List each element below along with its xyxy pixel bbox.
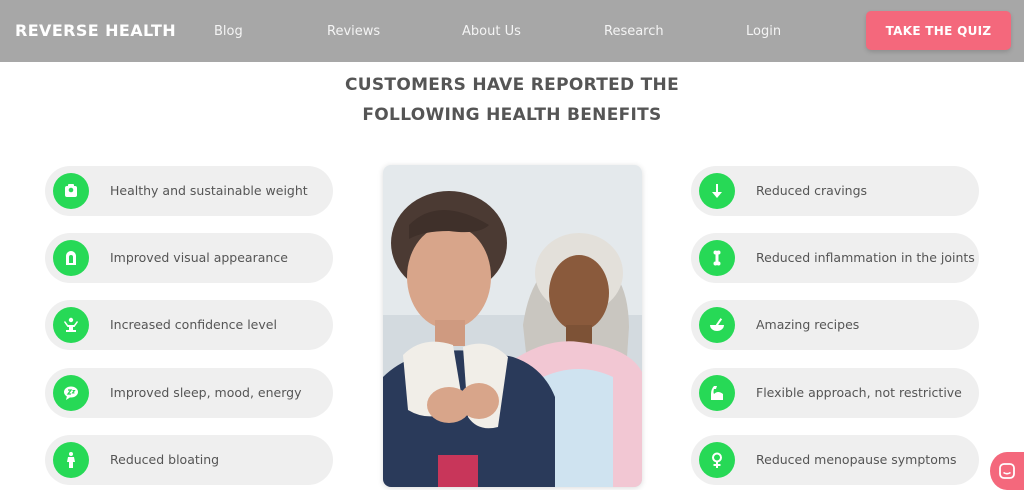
- benefit-label: Reduced cravings: [756, 183, 868, 198]
- benefit-label: Increased confidence level: [110, 317, 277, 332]
- chat-icon: [999, 463, 1015, 479]
- nav-link-login[interactable]: Login: [746, 24, 781, 39]
- female-symbol-icon: [699, 442, 735, 478]
- benefit-item: Increased confidence level: [45, 300, 333, 350]
- benefit-item: Reduced menopause symptoms: [691, 435, 979, 485]
- benefit-item: Improved visual appearance: [45, 233, 333, 283]
- bone-icon: [699, 240, 735, 276]
- brand-logo[interactable]: REVERSE HEALTH: [15, 21, 176, 40]
- benefit-label: Flexible approach, not restrictive: [756, 385, 962, 400]
- benefit-label: Healthy and sustainable weight: [110, 183, 308, 198]
- body-icon: [53, 442, 89, 478]
- benefit-label: Improved visual appearance: [110, 250, 288, 265]
- benefit-item: Reduced cravings: [691, 166, 979, 216]
- benefit-item: Reduced inflammation in the joints: [691, 233, 979, 283]
- nav-link-reviews[interactable]: Reviews: [327, 24, 380, 39]
- mirror-icon: [53, 240, 89, 276]
- arrow-down-icon: [699, 173, 735, 209]
- section-heading: CUSTOMERS HAVE REPORTED THE FOLLOWING HE…: [312, 70, 712, 130]
- sleep-bubble-icon: [53, 375, 89, 411]
- scale-icon: [53, 173, 89, 209]
- benefit-item: Amazing recipes: [691, 300, 979, 350]
- benefit-item: Improved sleep, mood, energy: [45, 368, 333, 418]
- benefit-item: Healthy and sustainable weight: [45, 166, 333, 216]
- person-raised-arms-icon: [53, 307, 89, 343]
- heading-line-2: FOLLOWING HEALTH BENEFITS: [362, 105, 662, 125]
- take-the-quiz-button[interactable]: TAKE THE QUIZ: [866, 11, 1011, 50]
- women-smiling-photo: [383, 165, 642, 487]
- top-navigation-bar: REVERSE HEALTH Blog Reviews About Us Res…: [0, 0, 1024, 62]
- benefit-label: Reduced menopause symptoms: [756, 452, 957, 467]
- flexed-arm-icon: [699, 375, 735, 411]
- nav-link-about-us[interactable]: About Us: [462, 24, 521, 39]
- benefit-label: Reduced inflammation in the joints: [756, 250, 975, 265]
- benefit-label: Improved sleep, mood, energy: [110, 385, 302, 400]
- chat-launcher-button[interactable]: [990, 452, 1024, 490]
- benefit-label: Amazing recipes: [756, 317, 860, 332]
- nav-link-blog[interactable]: Blog: [214, 24, 243, 39]
- bowl-icon: [699, 307, 735, 343]
- nav-link-research[interactable]: Research: [604, 24, 664, 39]
- benefit-item: Reduced bloating: [45, 435, 333, 485]
- benefit-item: Flexible approach, not restrictive: [691, 368, 979, 418]
- benefit-label: Reduced bloating: [110, 452, 220, 467]
- heading-line-1: CUSTOMERS HAVE REPORTED THE: [345, 75, 679, 95]
